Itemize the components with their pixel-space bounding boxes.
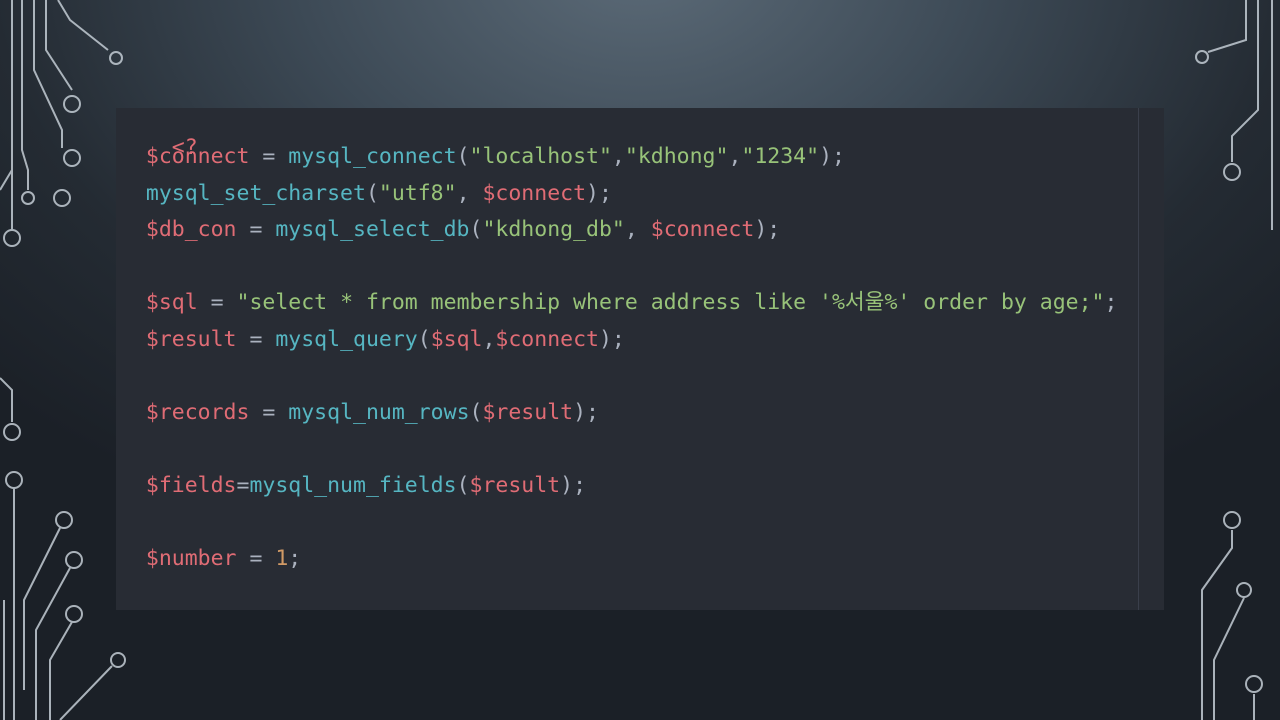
code-line-number: $number = 1; xyxy=(120,545,301,573)
paren-open: ( xyxy=(469,217,483,242)
number-literal: 1 xyxy=(275,546,289,571)
var-sql: $sql xyxy=(430,327,483,352)
fn-mysql-query: mysql_query xyxy=(275,327,418,352)
comma: , xyxy=(456,181,483,206)
fn-mysql-select-db: mysql_select_db xyxy=(275,217,470,242)
var-connect: $connect xyxy=(482,181,587,206)
fn-mysql-num-rows: mysql_num_rows xyxy=(288,400,470,425)
operator-assign: = xyxy=(249,144,289,169)
operator-assign: = xyxy=(236,327,276,352)
var-result: $result xyxy=(145,327,237,352)
string-password: "1234" xyxy=(741,144,820,169)
code-editor-panel: <? $connect = mysql_connect("localhost",… xyxy=(116,108,1164,610)
editor-gutter-divider xyxy=(1138,108,1139,610)
code-line-connect: $connect = mysql_connect("localhost","kd… xyxy=(120,143,845,171)
operator-assign: = xyxy=(249,400,289,425)
comma: , xyxy=(728,144,742,169)
string-sql-query: "select * from membership where address … xyxy=(236,290,1105,315)
comma: , xyxy=(482,327,496,352)
fn-mysql-set-charset: mysql_set_charset xyxy=(145,181,366,206)
statement-end: ); xyxy=(754,217,781,242)
paren-open: ( xyxy=(456,144,470,169)
code-line-query: $result = mysql_query($sql,$connect); xyxy=(120,326,625,354)
statement-end: ); xyxy=(573,400,599,425)
var-records: $records xyxy=(145,400,250,425)
statement-end: ; xyxy=(1104,290,1118,315)
operator-assign: = xyxy=(197,290,237,315)
statement-end: ); xyxy=(586,181,612,206)
var-connect: $connect xyxy=(650,217,755,242)
paren-open: ( xyxy=(456,473,470,498)
code-line-sql: $sql = "select * from membership where a… xyxy=(120,289,1118,317)
var-connect: $connect xyxy=(495,327,599,352)
var-fields: $fields xyxy=(145,473,237,498)
paren-open: ( xyxy=(417,327,431,352)
var-connect: $connect xyxy=(145,144,250,169)
var-db-con: $db_con xyxy=(145,217,237,242)
string-db-name: "kdhong_db" xyxy=(482,217,625,242)
paren-open: ( xyxy=(469,400,483,425)
code-line-select-db: $db_con = mysql_select_db("kdhong_db", $… xyxy=(120,216,780,244)
var-sql: $sql xyxy=(145,290,198,315)
statement-end: ; xyxy=(288,546,302,571)
fn-mysql-connect: mysql_connect xyxy=(288,144,457,169)
code-line-records: $records = mysql_num_rows($result); xyxy=(120,399,599,427)
fn-mysql-num-fields: mysql_num_fields xyxy=(249,473,457,498)
statement-end: ); xyxy=(819,144,845,169)
php-close-tag-line: ?> xyxy=(120,581,198,610)
statement-end: ); xyxy=(598,327,625,352)
string-user: "kdhong" xyxy=(624,144,729,169)
operator-assign: = xyxy=(236,546,276,571)
statement-end: ); xyxy=(560,473,587,498)
var-number: $number xyxy=(145,546,237,571)
string-utf8: "utf8" xyxy=(378,181,457,206)
var-result: $result xyxy=(469,473,561,498)
operator-assign: = xyxy=(236,473,250,498)
operator-assign: = xyxy=(236,217,276,242)
comma: , xyxy=(624,217,651,242)
code-line-charset: mysql_set_charset("utf8", $connect); xyxy=(120,180,612,208)
var-result: $result xyxy=(482,400,574,425)
comma: , xyxy=(611,144,625,169)
string-localhost: "localhost" xyxy=(469,144,612,169)
code-line-fields: $fields=mysql_num_fields($result); xyxy=(120,472,586,500)
paren-open: ( xyxy=(365,181,379,206)
